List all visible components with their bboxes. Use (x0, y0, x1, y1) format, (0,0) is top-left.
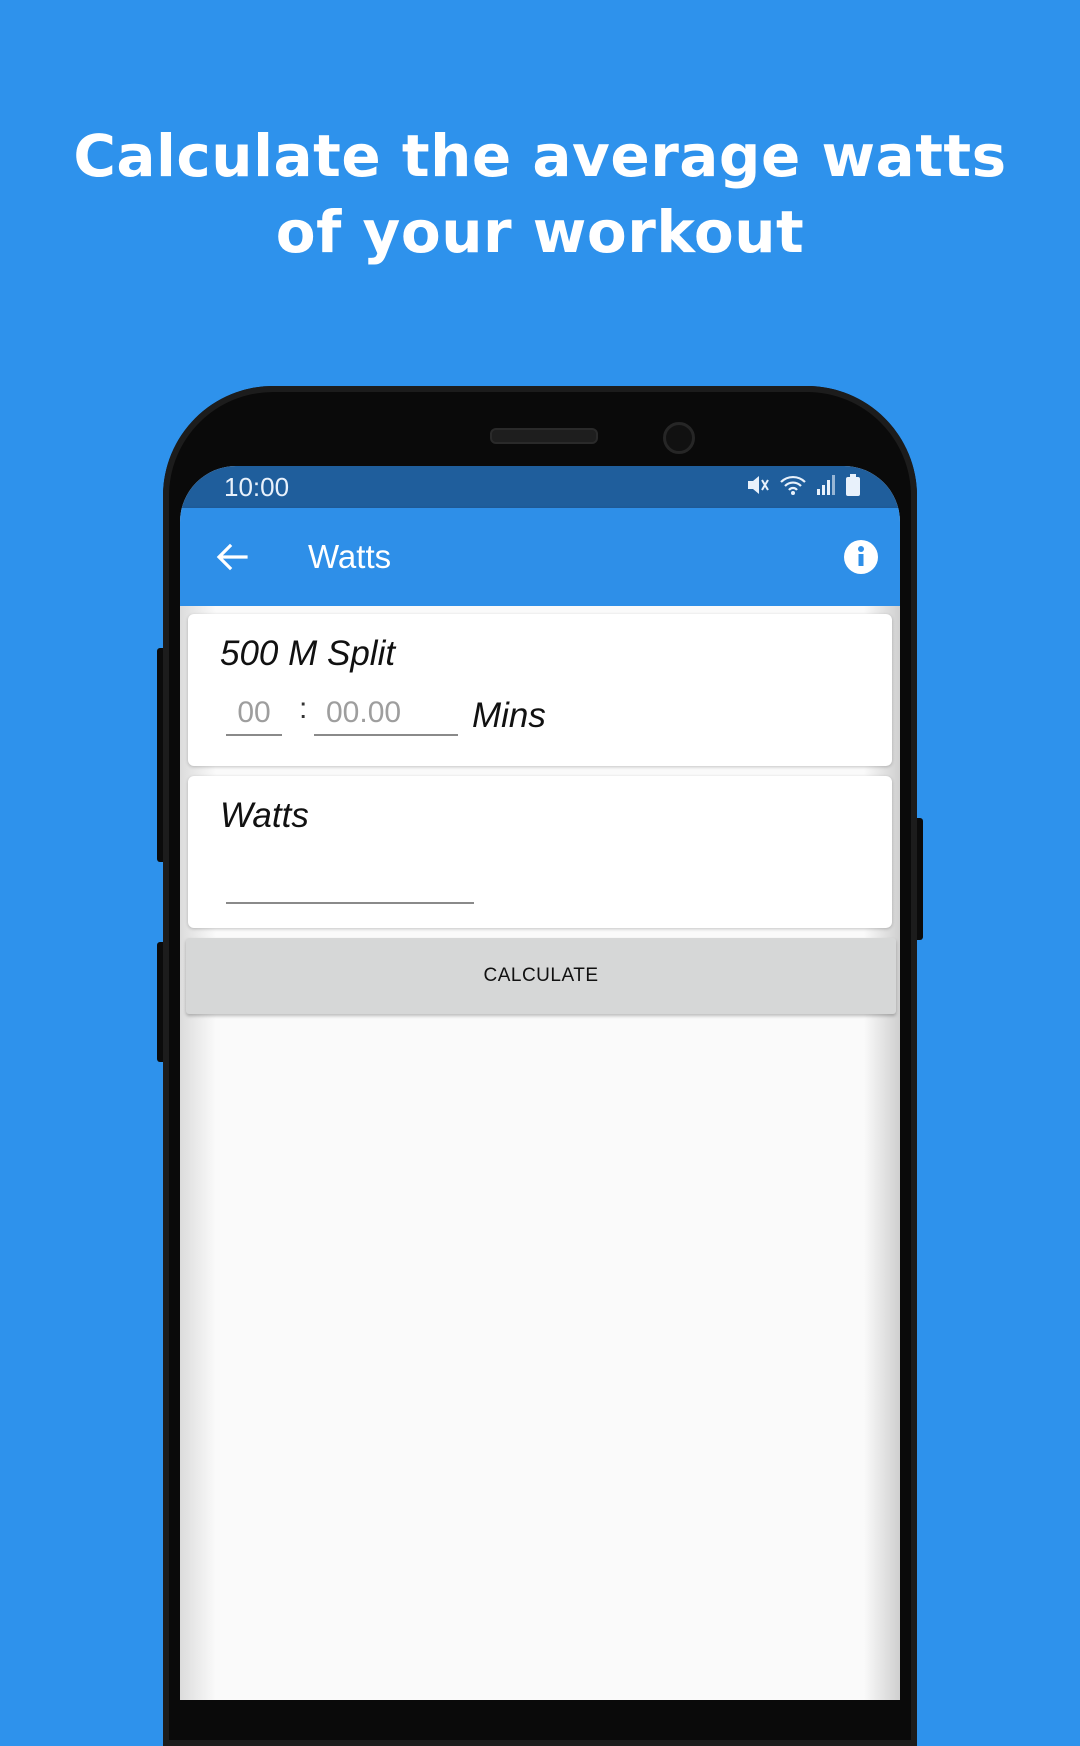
calculator-content: 500 M Split 00 : 00.00 Mins Watts CALCUL… (180, 606, 900, 1700)
signal-icon (817, 475, 835, 495)
back-button[interactable] (210, 535, 254, 579)
split-card: 500 M Split 00 : 00.00 Mins (188, 614, 892, 766)
watts-input[interactable] (226, 868, 474, 904)
headline-line-2: of your workout (275, 198, 805, 266)
status-bar: 10:00 (180, 466, 900, 508)
arrow-left-icon (216, 543, 248, 571)
phone-screen: 10:00 Watts 500 M Split 00: 00.00 Mins … (180, 466, 900, 1700)
split-seconds-input[interactable]: 00.00 (314, 696, 458, 736)
battery-icon (846, 474, 860, 496)
time-separator: : (299, 692, 308, 725)
info-button[interactable] (842, 538, 880, 576)
calculate-button[interactable]: CALCULATE (186, 938, 896, 1014)
watts-card: Watts (188, 776, 892, 928)
status-time: 10:00 (224, 472, 290, 502)
app-bar: Watts (180, 508, 900, 606)
info-icon (844, 540, 878, 574)
split-unit-label: Mins (472, 696, 546, 735)
mute-icon (748, 476, 769, 494)
watts-label: Watts (220, 796, 309, 835)
promo-headline: Calculate the average watts of your work… (0, 118, 1080, 270)
front-camera (663, 422, 695, 454)
phone-speaker (490, 428, 598, 444)
headline-line-1: Calculate the average watts (73, 122, 1007, 190)
status-icons (746, 474, 860, 496)
wifi-icon (780, 475, 806, 495)
split-label: 500 M Split (220, 634, 396, 673)
split-minutes-input[interactable]: 00 (226, 696, 282, 736)
app-title: Watts (308, 538, 392, 575)
